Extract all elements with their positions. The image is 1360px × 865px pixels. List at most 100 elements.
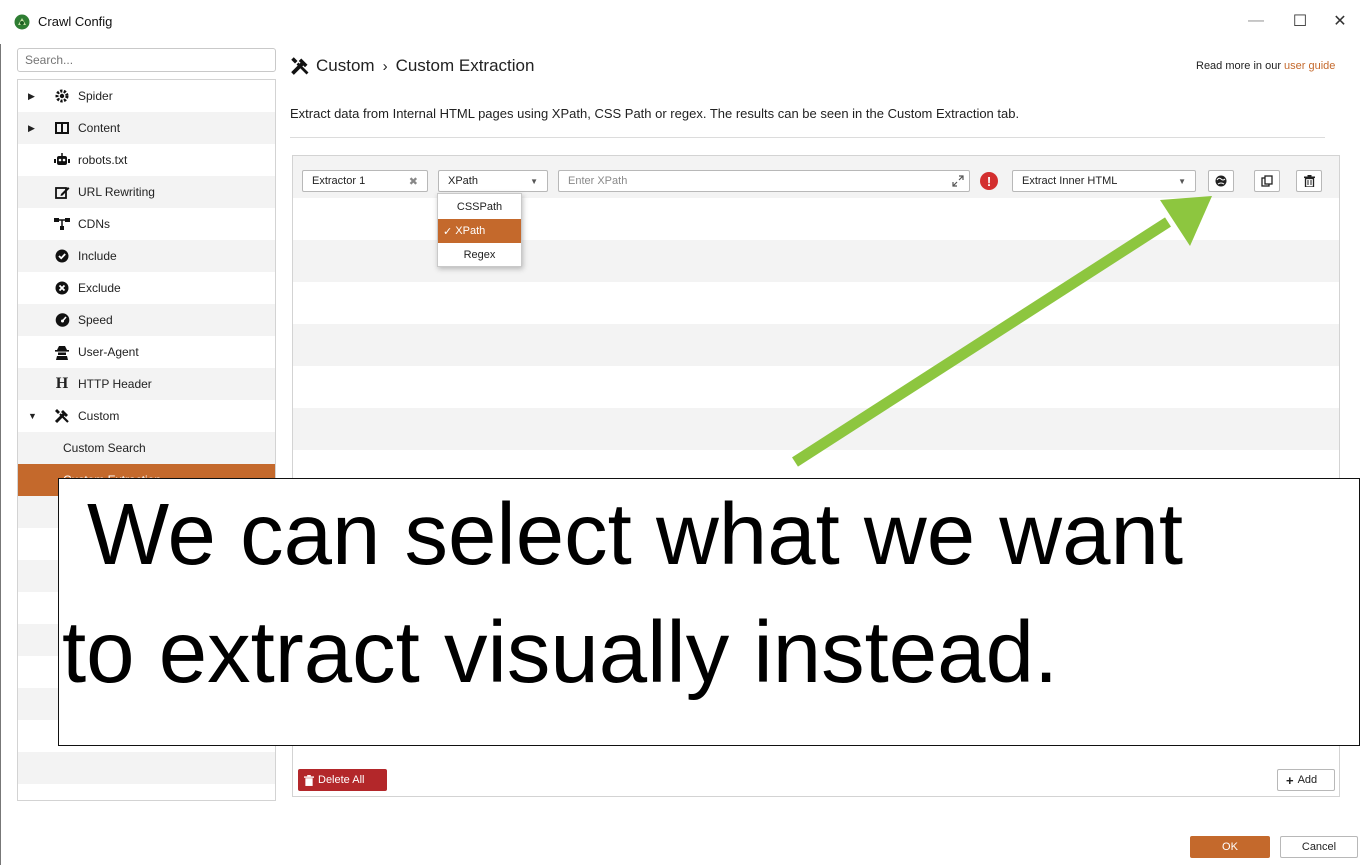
robot-icon <box>54 152 70 168</box>
sidebar-item-include[interactable]: Include <box>18 240 275 272</box>
sidebar-item-label: Custom Search <box>63 441 146 455</box>
sidebar-search-input[interactable] <box>17 48 276 72</box>
user-guide-link[interactable]: user guide <box>1284 60 1335 72</box>
sidebar-item-label: Custom <box>78 409 120 423</box>
window-title: Crawl Config <box>38 14 113 29</box>
visual-selector-button[interactable] <box>1208 170 1234 192</box>
expand-icon[interactable] <box>952 175 964 187</box>
duplicate-button[interactable] <box>1254 170 1280 192</box>
sidebar-stripe <box>18 752 275 784</box>
trash-icon <box>304 774 314 786</box>
dropdown-option-regex[interactable]: Regex <box>438 243 521 267</box>
expand-arrow-icon[interactable]: ▶ <box>28 123 35 134</box>
ok-button[interactable]: OK <box>1190 836 1270 858</box>
table-footer <box>292 765 1340 797</box>
sidebar-item-robots[interactable]: robots.txt <box>18 144 275 176</box>
read-more-text: Read more in our user guide <box>1196 60 1335 72</box>
extractor-name-field[interactable]: Extractor 1 ✖ <box>302 170 428 192</box>
sidebar-item-label: Include <box>78 249 117 263</box>
add-label: Add <box>1297 774 1318 786</box>
sidebar-item-label: Speed <box>78 313 113 327</box>
caption-line-1: We can select what we want <box>87 486 1184 583</box>
dropdown-option-xpath[interactable]: ✓ XPath <box>438 219 521 243</box>
expand-arrow-icon[interactable]: ▶ <box>28 91 35 102</box>
minimize-button[interactable]: — <box>1236 8 1276 34</box>
sidebar-item-custom[interactable]: ▼ Custom <box>18 400 275 432</box>
extractor-name-value: Extractor 1 <box>312 175 366 187</box>
sidebar-item-label: HTTP Header <box>78 377 152 391</box>
check-circle-icon <box>54 248 70 264</box>
table-row <box>293 282 1339 324</box>
check-icon: ✓ <box>443 225 453 238</box>
breadcrumb-separator: › <box>382 57 388 75</box>
sidebar-item-url-rewriting[interactable]: URL Rewriting <box>18 176 275 208</box>
delete-button[interactable] <box>1296 170 1322 192</box>
table-row <box>293 366 1339 408</box>
sidebar-item-speed[interactable]: Speed <box>18 304 275 336</box>
sidebar-item-user-agent[interactable]: User-Agent <box>18 336 275 368</box>
close-button[interactable]: ✕ <box>1320 8 1360 34</box>
globe-icon <box>1215 175 1227 187</box>
table-row <box>293 324 1339 366</box>
extractor-type-select[interactable]: XPath ▼ <box>438 170 548 192</box>
sidebar-item-content[interactable]: ▶ Content <box>18 112 275 144</box>
clear-icon[interactable]: ✖ <box>409 175 418 188</box>
xpath-expression-input[interactable]: Enter XPath <box>558 170 970 192</box>
app-logo-icon <box>14 14 30 30</box>
extractor-type-value: XPath <box>448 175 478 187</box>
copy-icon <box>1261 175 1273 187</box>
plus-icon: + <box>1286 772 1294 788</box>
dropdown-option-csspath[interactable]: CSSPath <box>438 195 521 219</box>
network-icon <box>54 216 70 232</box>
divider <box>290 137 1325 138</box>
caption-line-2: to extract visually instead. <box>62 604 1059 701</box>
add-button[interactable]: + Add <box>1277 769 1335 791</box>
tools-icon <box>54 408 70 424</box>
sidebar-item-http-header[interactable]: H HTTP Header <box>18 368 275 400</box>
sidebar-item-label: URL Rewriting <box>78 185 155 199</box>
gear-icon <box>54 88 70 104</box>
user-secret-icon <box>54 344 70 360</box>
xpath-placeholder: Enter XPath <box>568 175 628 187</box>
columns-icon <box>54 120 70 136</box>
annotation-caption: We can select what we want to extract vi… <box>58 478 1360 746</box>
type-dropdown-menu: CSSPath ✓ XPath Regex <box>437 193 522 267</box>
description-text: Extract data from Internal HTML pages us… <box>290 106 1020 121</box>
tools-icon <box>291 57 309 75</box>
delete-all-button[interactable]: Delete All <box>298 769 387 791</box>
page-title: Custom Extraction <box>395 56 535 75</box>
edit-icon <box>54 184 70 200</box>
window-left-edge <box>0 44 8 865</box>
trash-icon <box>1303 175 1315 187</box>
delete-all-label: Delete All <box>318 774 365 786</box>
chevron-down-icon: ▼ <box>530 176 538 186</box>
extract-mode-value: Extract Inner HTML <box>1022 175 1118 187</box>
breadcrumb-parent[interactable]: Custom <box>316 56 375 76</box>
read-more-prefix: Read more in our <box>1196 60 1285 72</box>
sidebar-item-cdns[interactable]: CDNs <box>18 208 275 240</box>
sidebar-item-label: Spider <box>78 89 113 103</box>
option-label: CSSPath <box>456 201 503 213</box>
header-icon: H <box>55 375 69 392</box>
sidebar-item-label: CDNs <box>78 217 110 231</box>
sidebar-item-label: Content <box>78 121 121 135</box>
sidebar-item-label: User-Agent <box>78 345 139 359</box>
option-label: XPath <box>455 225 486 237</box>
error-icon: ! <box>980 172 998 190</box>
collapse-arrow-icon[interactable]: ▼ <box>28 411 37 421</box>
extract-mode-select[interactable]: Extract Inner HTML ▼ <box>1012 170 1196 192</box>
sidebar-item-spider[interactable]: ▶ Spider <box>18 80 275 112</box>
sidebar-item-label: robots.txt <box>78 153 128 167</box>
x-circle-icon <box>54 280 70 296</box>
option-label: Regex <box>463 249 496 261</box>
cancel-button[interactable]: Cancel <box>1280 836 1358 858</box>
sidebar-item-label: Exclude <box>78 281 121 295</box>
gauge-icon <box>54 312 70 328</box>
breadcrumb: Custom › Custom Extraction <box>290 56 534 76</box>
chevron-down-icon: ▼ <box>1178 176 1186 186</box>
table-row <box>293 408 1339 450</box>
title-bar: Crawl Config — ☐ ✕ <box>0 0 1360 44</box>
sidebar-item-exclude[interactable]: Exclude <box>18 272 275 304</box>
sidebar-item-custom-search[interactable]: Custom Search <box>18 432 275 464</box>
maximize-button[interactable]: ☐ <box>1280 8 1320 34</box>
